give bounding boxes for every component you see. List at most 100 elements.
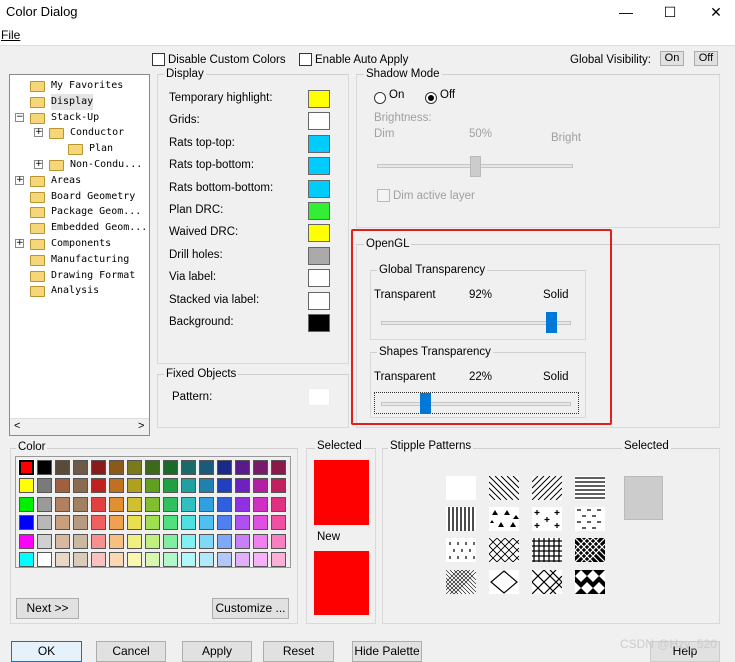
pattern-swatch[interactable] xyxy=(308,388,330,406)
tree-expander-icon[interactable]: − xyxy=(15,112,24,122)
palette-color-cell[interactable] xyxy=(217,478,232,494)
palette-color-cell[interactable] xyxy=(37,533,52,549)
palette-color-cell[interactable] xyxy=(253,496,268,512)
display-color-swatch[interactable] xyxy=(308,179,330,198)
palette-color-cell[interactable] xyxy=(91,460,106,475)
palette-color-cell[interactable] xyxy=(253,533,268,549)
ok-button[interactable]: OK xyxy=(11,641,82,662)
stipple-pattern-crosshatch[interactable] xyxy=(489,538,519,562)
customize-button[interactable]: Customize ... xyxy=(212,598,289,619)
palette-color-cell[interactable] xyxy=(199,552,214,567)
palette-color-cell[interactable] xyxy=(55,552,70,567)
palette-color-cell[interactable] xyxy=(145,533,160,549)
palette-color-cell[interactable] xyxy=(163,533,178,549)
palette-color-cell[interactable] xyxy=(145,478,160,494)
palette-color-cell[interactable] xyxy=(55,478,70,494)
menu-file[interactable]: File xyxy=(1,28,20,42)
palette-color-cell[interactable] xyxy=(73,515,88,531)
brightness-slider-thumb[interactable] xyxy=(469,156,481,177)
display-color-swatch[interactable] xyxy=(308,112,330,131)
palette-color-cell[interactable] xyxy=(109,515,124,531)
palette-color-cell[interactable] xyxy=(109,552,124,567)
palette-color-cell[interactable] xyxy=(199,533,214,549)
tree-expander-icon[interactable]: + xyxy=(15,175,24,185)
palette-color-cell[interactable] xyxy=(145,552,160,567)
tree-item[interactable]: Embedded Geom... xyxy=(51,220,147,236)
display-color-swatch[interactable] xyxy=(308,202,330,220)
stipple-pattern-crosses[interactable] xyxy=(532,507,562,531)
tree-item[interactable]: Non-Condu... xyxy=(70,157,142,173)
stipple-pattern-ticks[interactable] xyxy=(446,538,476,562)
palette-color-cell[interactable] xyxy=(217,460,232,475)
palette-color-cell[interactable] xyxy=(37,515,52,531)
palette-color-cell[interactable] xyxy=(271,533,286,549)
reset-button[interactable]: Reset xyxy=(263,641,334,662)
palette-color-cell[interactable] xyxy=(163,515,178,531)
palette-color-cell[interactable] xyxy=(109,533,124,549)
stipple-pattern-grid[interactable] xyxy=(532,538,562,562)
palette-color-cell[interactable] xyxy=(19,478,34,494)
palette-color-cell[interactable] xyxy=(127,533,142,549)
palette-color-cell[interactable] xyxy=(271,552,286,567)
checkbox-box[interactable] xyxy=(377,189,390,202)
tree-item[interactable]: Conductor xyxy=(70,125,124,141)
palette-color-cell[interactable] xyxy=(73,533,88,549)
stipple-pattern-triangles[interactable] xyxy=(489,507,519,531)
enable-auto-apply-checkbox[interactable] xyxy=(299,53,312,69)
display-color-swatch[interactable] xyxy=(308,269,330,288)
stipple-pattern-solid-white[interactable] xyxy=(446,476,476,500)
global-visibility-off-button[interactable]: Off xyxy=(694,51,718,66)
tree-item[interactable]: Drawing Format xyxy=(51,268,135,284)
palette-color-cell[interactable] xyxy=(235,552,250,567)
apply-button[interactable]: Apply xyxy=(182,641,252,662)
palette-color-cell[interactable] xyxy=(235,533,250,549)
palette-color-cell[interactable] xyxy=(271,460,286,475)
display-color-swatch[interactable] xyxy=(308,314,330,332)
palette-color-cell[interactable] xyxy=(271,478,286,494)
stipple-pattern-diagonal-back[interactable] xyxy=(489,476,519,500)
palette-color-cell[interactable] xyxy=(127,496,142,512)
palette-color-cell[interactable] xyxy=(19,496,34,512)
palette-color-cell[interactable] xyxy=(19,533,34,549)
palette-color-cell[interactable] xyxy=(73,496,88,512)
palette-color-cell[interactable] xyxy=(253,515,268,531)
palette-color-cell[interactable] xyxy=(127,515,142,531)
palette-color-cell[interactable] xyxy=(163,460,178,475)
palette-color-cell[interactable] xyxy=(181,460,196,475)
palette-color-cell[interactable] xyxy=(181,478,196,494)
tree-item[interactable]: My Favorites xyxy=(51,78,123,94)
dim-active-layer-checkbox[interactable] xyxy=(377,189,390,205)
stipple-pattern-fine-dots[interactable] xyxy=(446,570,476,594)
palette-color-cell[interactable] xyxy=(55,515,70,531)
tree-item[interactable]: Analysis xyxy=(51,283,99,299)
palette-color-cell[interactable] xyxy=(217,515,232,531)
palette-color-cell[interactable] xyxy=(91,533,106,549)
tree-expander-icon[interactable]: + xyxy=(15,239,24,248)
palette-color-cell[interactable] xyxy=(37,460,52,475)
scroll-right-arrow-icon[interactable]: > xyxy=(138,420,144,432)
tree-item[interactable]: Board Geometry xyxy=(51,189,135,205)
palette-color-cell[interactable] xyxy=(181,552,196,567)
palette-color-cell[interactable] xyxy=(127,460,142,475)
palette-color-cell[interactable] xyxy=(127,478,142,494)
stipple-pattern-checker[interactable] xyxy=(575,570,605,594)
display-color-swatch[interactable] xyxy=(308,291,330,310)
radio-circle[interactable] xyxy=(374,91,386,104)
tree-item[interactable]: Plan xyxy=(89,141,113,157)
next-button[interactable]: Next >> xyxy=(16,598,79,619)
palette-color-cell[interactable] xyxy=(217,533,232,549)
display-color-swatch[interactable] xyxy=(308,157,330,176)
palette-color-cell[interactable] xyxy=(37,496,52,512)
stipple-pattern-vertical[interactable] xyxy=(446,507,476,531)
stipple-pattern-horizontal[interactable] xyxy=(575,476,605,500)
scroll-left-arrow-icon[interactable]: < xyxy=(14,420,20,432)
shadow-on-radio[interactable] xyxy=(374,90,386,104)
tree-item[interactable]: Components xyxy=(51,236,111,252)
palette-color-cell[interactable] xyxy=(145,460,160,475)
tree-expander-icon[interactable]: + xyxy=(34,128,43,138)
minimize-button[interactable]: — xyxy=(608,2,644,24)
palette-color-cell[interactable] xyxy=(181,533,196,549)
palette-color-cell[interactable] xyxy=(181,515,196,531)
palette-color-cell[interactable] xyxy=(73,478,88,494)
palette-color-cell[interactable] xyxy=(199,478,214,494)
